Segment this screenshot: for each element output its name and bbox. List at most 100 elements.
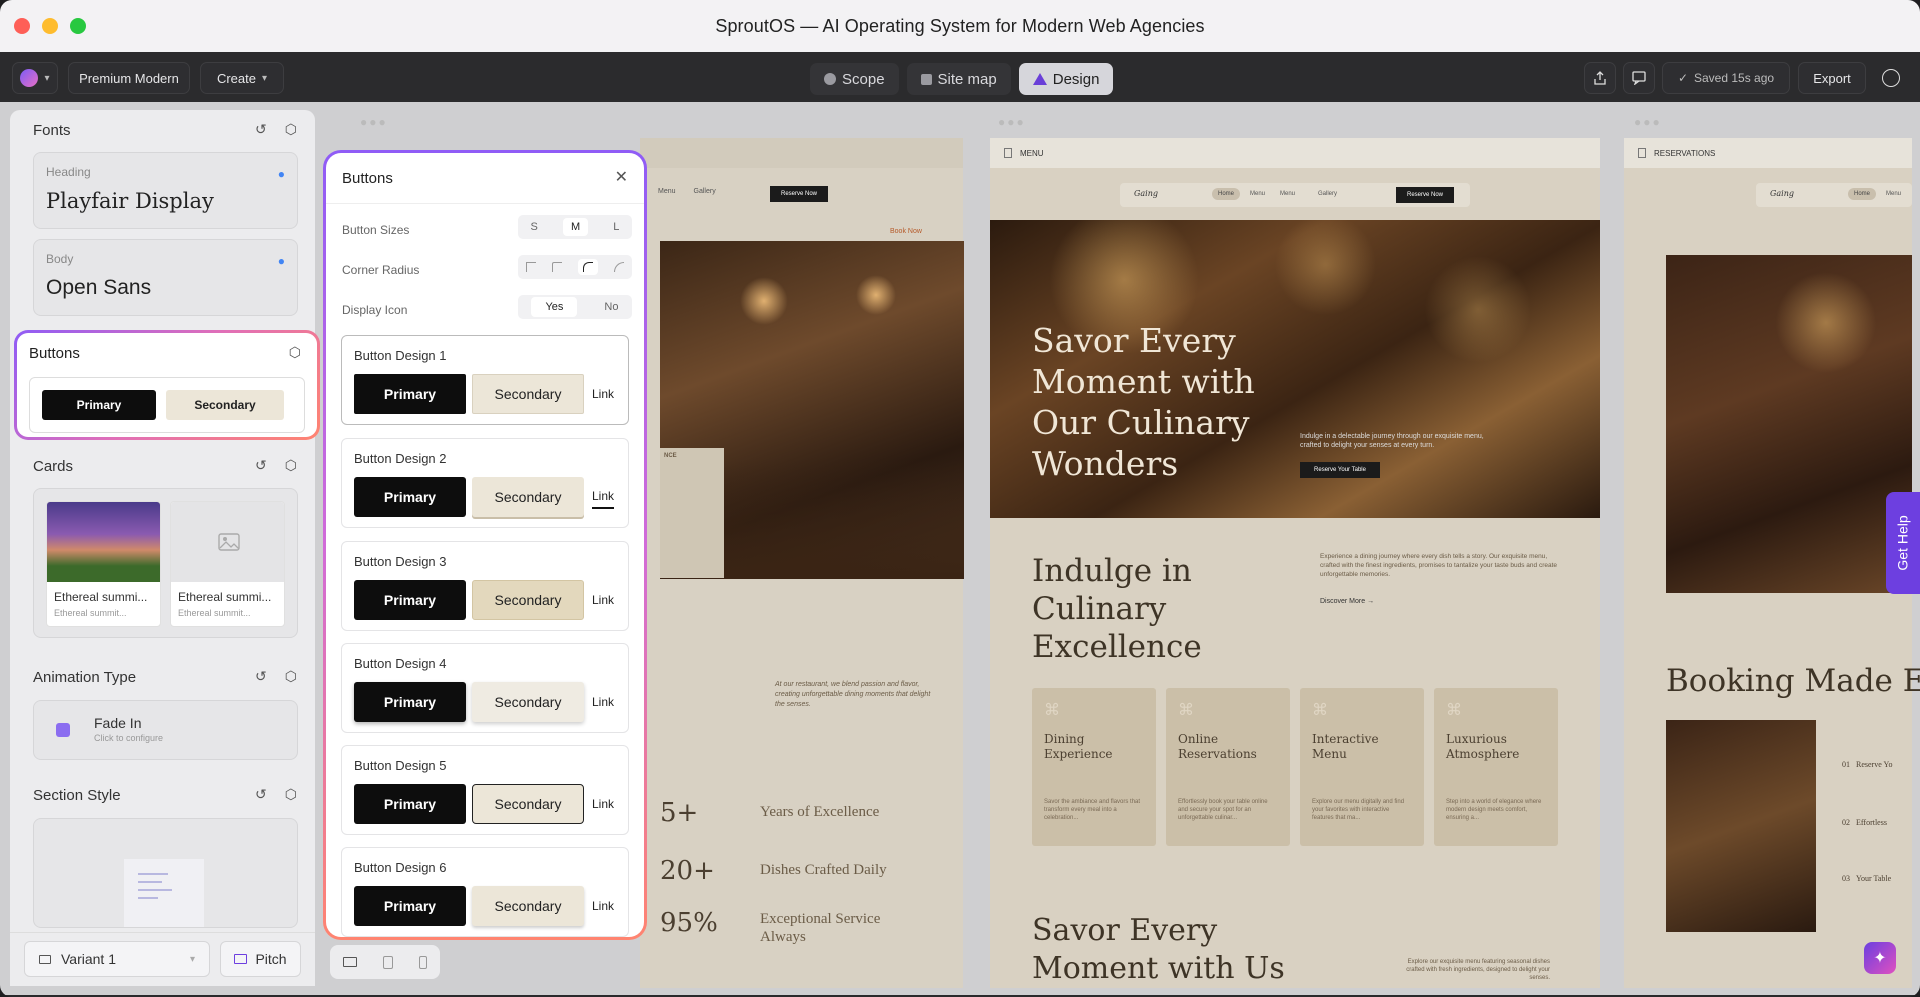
- secondary-button[interactable]: Secondary: [472, 886, 584, 926]
- workspace-switcher[interactable]: ▾: [12, 62, 58, 94]
- nav-item[interactable]: Menu: [658, 188, 676, 195]
- nav-item[interactable]: Home: [1212, 188, 1241, 200]
- desktop-icon[interactable]: [343, 957, 357, 967]
- primary-button[interactable]: Primary: [354, 886, 466, 926]
- pitch-button[interactable]: Pitch: [220, 941, 301, 977]
- button-design-option[interactable]: Button Design 6 Primary Secondary Link: [341, 847, 629, 937]
- nav-item[interactable]: Home: [1848, 188, 1877, 200]
- secondary-button[interactable]: Secondary: [472, 784, 584, 824]
- cube-icon[interactable]: ⬡: [285, 786, 297, 803]
- reserve-now-button[interactable]: Reserve Now: [1396, 187, 1454, 203]
- button-design-option[interactable]: Button Design 1 Primary Secondary Link: [341, 335, 629, 425]
- secondary-button[interactable]: Secondary: [472, 580, 584, 620]
- primary-button[interactable]: Primary: [354, 682, 466, 722]
- get-help-tab[interactable]: Get Help: [1886, 492, 1920, 594]
- primary-button[interactable]: Primary: [354, 784, 466, 824]
- nav-item[interactable]: Gallery: [694, 188, 716, 195]
- feature-card[interactable]: ⌘ Interactive Menu Explore our menu digi…: [1300, 688, 1424, 846]
- primary-button[interactable]: Primary: [354, 580, 466, 620]
- primary-button[interactable]: Primary: [354, 477, 466, 517]
- primary-button-preview[interactable]: Primary: [42, 390, 156, 420]
- section-style-preview[interactable]: [33, 818, 298, 928]
- size-option-l[interactable]: L: [613, 221, 619, 233]
- icon-yes-option[interactable]: Yes: [531, 297, 578, 317]
- radius-none-icon[interactable]: [526, 262, 536, 272]
- close-icon[interactable]: ✕: [615, 167, 628, 187]
- export-button[interactable]: Export: [1798, 62, 1866, 94]
- tab-scope[interactable]: Scope: [810, 63, 899, 95]
- link-button[interactable]: Link: [592, 886, 614, 926]
- book-now-link[interactable]: Book Now: [890, 228, 922, 235]
- primary-button[interactable]: Primary: [354, 374, 466, 414]
- comments-button[interactable]: [1623, 62, 1655, 94]
- radius-large-icon[interactable]: [614, 262, 624, 272]
- button-design-option[interactable]: Button Design 4 Primary Secondary Link: [341, 643, 629, 733]
- design-label: Button Design 2: [354, 451, 447, 466]
- card-item[interactable]: Ethereal summi... Ethereal summit...: [170, 501, 285, 627]
- tab-site-map[interactable]: Site map: [906, 63, 1011, 95]
- body-caption: Body: [46, 252, 74, 266]
- nav-item[interactable]: Menu: [1250, 191, 1265, 197]
- preview-page-menu[interactable]: MENU Gaing Home Menu Menu Gallery Reserv…: [990, 138, 1600, 988]
- variant-select[interactable]: Variant 1 ▾: [24, 941, 210, 977]
- undo-icon[interactable]: ↺: [255, 668, 267, 685]
- theme-button[interactable]: Premium Modern: [68, 62, 190, 94]
- link-button[interactable]: Link: [592, 682, 614, 722]
- create-button[interactable]: Create ▾: [200, 62, 284, 94]
- reserve-table-button[interactable]: Reserve Your Table: [1300, 462, 1380, 478]
- animation-card[interactable]: Fade In Click to configure: [33, 700, 298, 760]
- heading-font-card[interactable]: Heading Playfair Display ●: [33, 152, 298, 229]
- share-button[interactable]: [1584, 62, 1616, 94]
- size-option-m[interactable]: M: [563, 218, 589, 236]
- link-button[interactable]: Link: [592, 784, 614, 824]
- link-button[interactable]: Link: [592, 485, 615, 509]
- tab-design[interactable]: Design: [1018, 63, 1114, 95]
- close-window-button[interactable]: [14, 18, 30, 34]
- cube-icon[interactable]: ⬡: [289, 344, 301, 361]
- scope-icon: [824, 73, 836, 85]
- mobile-icon[interactable]: [419, 955, 427, 969]
- profile-icon[interactable]: [1882, 69, 1900, 87]
- secondary-button[interactable]: Secondary: [472, 374, 584, 414]
- secondary-button-preview[interactable]: Secondary: [166, 390, 284, 420]
- minimize-window-button[interactable]: [42, 18, 58, 34]
- cards-preview[interactable]: Ethereal summi... Ethereal summit... Eth…: [33, 488, 298, 638]
- secondary-button[interactable]: Secondary: [472, 477, 584, 517]
- undo-icon[interactable]: ↺: [255, 457, 267, 474]
- preview-page-reservations[interactable]: RESERVATIONS Gaing Home Menu Booking Mad…: [1624, 138, 1920, 988]
- icon-no-option[interactable]: No: [604, 301, 618, 313]
- nav-item[interactable]: Menu: [1886, 191, 1901, 197]
- card-item[interactable]: Ethereal summi... Ethereal summit...: [46, 501, 161, 627]
- undo-icon[interactable]: ↺: [255, 121, 267, 138]
- nav-item[interactable]: Gallery: [1318, 191, 1337, 197]
- button-design-option[interactable]: Button Design 3 Primary Secondary Link: [341, 541, 629, 631]
- link-button[interactable]: Link: [592, 580, 614, 620]
- link-button[interactable]: Link: [592, 374, 614, 414]
- feature-copy: Explore our menu digitally and find your…: [1312, 799, 1405, 821]
- discover-more-link[interactable]: Discover More →: [1320, 598, 1374, 605]
- card-subtitle: Ethereal summit...: [54, 608, 127, 618]
- undo-icon[interactable]: ↺: [255, 786, 267, 803]
- ai-assistant-button[interactable]: ✦: [1864, 942, 1896, 974]
- reserve-now-button[interactable]: Reserve Now: [770, 186, 828, 202]
- nav-item[interactable]: Menu: [1280, 191, 1295, 197]
- button-design-option[interactable]: Button Design 2 Primary Secondary Link: [341, 438, 629, 528]
- feature-card[interactable]: ⌘ Luxurious Atmosphere Step into a world…: [1434, 688, 1558, 846]
- feature-card[interactable]: ⌘ Dining Experience Savor the ambiance a…: [1032, 688, 1156, 846]
- feature-card[interactable]: ⌘ Online Reservations Effortlessly book …: [1166, 688, 1290, 846]
- radius-small-icon[interactable]: [552, 262, 562, 272]
- body-font-card[interactable]: Body Open Sans ●: [33, 239, 298, 316]
- radius-medium-icon[interactable]: [578, 259, 598, 275]
- tablet-icon[interactable]: [383, 955, 393, 969]
- preview-page-home[interactable]: Menu Gallery Reserve Now Book Now NCE At…: [640, 138, 964, 988]
- secondary-button[interactable]: Secondary: [472, 682, 584, 722]
- size-option-s[interactable]: S: [531, 221, 538, 233]
- cube-icon[interactable]: ⬡: [285, 668, 297, 685]
- cube-icon[interactable]: ⬡: [285, 457, 297, 474]
- button-design-option[interactable]: Button Design 5 Primary Secondary Link: [341, 745, 629, 835]
- buttons-section[interactable]: Buttons ⬡ Primary Secondary: [14, 330, 320, 440]
- maximize-window-button[interactable]: [70, 18, 86, 34]
- radius-selector: [518, 255, 632, 279]
- cube-icon[interactable]: ⬡: [285, 121, 297, 138]
- animation-actions: ↺ ⬡: [255, 668, 297, 685]
